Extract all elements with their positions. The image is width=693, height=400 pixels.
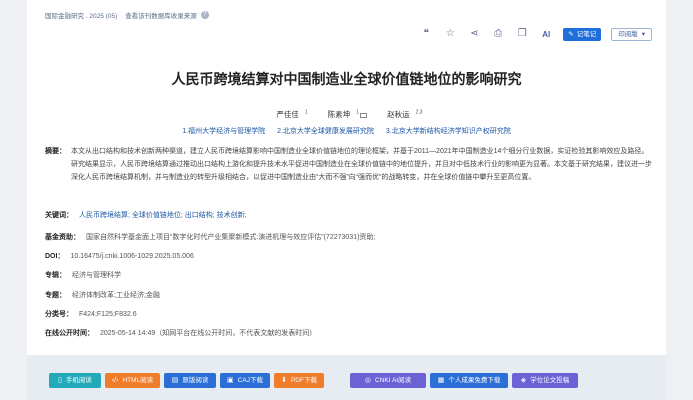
topic-label: 专题： [45, 292, 66, 299]
source-link[interactable]: 查看该刊数据库收录来源 [125, 10, 197, 20]
original-read-button[interactable]: ▤ 原版阅读 [164, 373, 216, 388]
fund-label: 基金资助： [45, 234, 80, 241]
topic-value: 经济体制改革;工业经济;金融 [72, 292, 160, 299]
class-row: 分类号： F424;F125;F832.6 [45, 308, 655, 321]
author[interactable]: 严佳佳 1 [270, 110, 307, 120]
affiliation-list: 1.福州大学经济与管理学院 2.北京大学全球健康发展研究院 3.北京大学新结构经… [27, 126, 666, 136]
note-button[interactable]: ✎ 记笔记 [563, 27, 602, 41]
thesis-submit-button[interactable]: ◈ 学位论文投稿 [512, 373, 578, 388]
button-label: 学位论文投稿 [530, 377, 570, 384]
print-version-dropdown[interactable]: 印阅版 ▾ [611, 27, 652, 41]
button-label: 个人成果免费下载 [448, 377, 501, 384]
chevron-down-icon: ▾ [641, 30, 645, 38]
article-page: 国际金融研究 . 2025 (05) 查看该刊数据库收录来源 ? ❝ ☆ ⋖ ⎙… [27, 0, 666, 400]
class-label: 分类号： [45, 311, 73, 318]
doi-label: DOI： [45, 253, 65, 260]
button-label: 原版阅读 [182, 377, 209, 384]
pdf-download-button[interactable]: ⬇ PDF下载 [274, 373, 324, 388]
pencil-icon: ✎ [568, 30, 574, 38]
abstract-label: 摘要： [45, 148, 66, 155]
pubtime-row: 在线公开时间： 2025-05-14 14:49（知网平台在线公开时间，不代表文… [45, 327, 655, 340]
html-read-button[interactable]: ‹/› HTML阅读 [105, 373, 160, 388]
fund-row: 基金资助： 国家自然科学基金面上项目“数字化时代产业集聚新模式:演进机理与效应评… [45, 231, 655, 244]
author[interactable]: 赵秋运 2,3 [381, 110, 422, 120]
share-icon[interactable]: ⋖ [467, 27, 481, 41]
class-value: F424;F125;F832.6 [79, 311, 137, 318]
print-icon[interactable]: ⎙ [491, 27, 505, 41]
star-icon[interactable]: ☆ [443, 27, 457, 41]
button-label: CAJ下载 [237, 377, 263, 384]
copy-icon[interactable]: ❐ [515, 27, 529, 41]
mobile-read-button[interactable]: ▯ 手机阅读 [49, 373, 101, 388]
pubtime-label: 在线公开时间： [45, 330, 94, 337]
phone-icon: ▯ [58, 377, 62, 384]
series-value: 经济与管理科学 [72, 272, 121, 279]
topic-row: 专题： 经济体制改革;工业经济;金融 [45, 289, 655, 302]
quote-icon[interactable]: ❝ [419, 27, 433, 41]
pdf-icon: ⬇ [281, 377, 287, 384]
affiliation[interactable]: 3.北京大学新结构经济学知识产权研究院 [386, 128, 511, 135]
abstract-text: 本文从出口结构和技术创新两种渠道，建立人民币跨境结算影响中国制造业全球价值链地位… [71, 148, 652, 181]
caj-icon: ▣ [227, 377, 234, 384]
button-label: PDF下载 [290, 377, 317, 384]
html-icon: ‹/› [111, 377, 119, 384]
author[interactable]: 陈素坤 1 [322, 110, 368, 119]
action-bar: ▯ 手机阅读 ‹/› HTML阅读 ▤ 原版阅读 ▣ CAJ下载 ⬇ PDF下载… [27, 355, 666, 400]
series-row: 专辑： 经济与管理科学 [45, 269, 655, 282]
help-icon[interactable]: ? [200, 11, 209, 19]
affiliation[interactable]: 1.福州大学经济与管理学院 [182, 128, 265, 135]
personal-download-button[interactable]: ▦ 个人成果免费下载 [430, 373, 508, 388]
ai-icon[interactable]: AI [539, 30, 553, 39]
journal-name[interactable]: 国际金融研究 . 2025 (05) [45, 10, 117, 20]
doi-value: 10.16475/j.cnki.1006-1029.2025.05.006 [70, 253, 194, 260]
button-label: 手机阅读 [65, 377, 92, 384]
doi-row: DOI： 10.16475/j.cnki.1006-1029.2025.05.0… [45, 250, 655, 263]
person-icon: ▦ [437, 377, 445, 384]
keywords[interactable]: 人民币跨境结算; 全球价值链地位; 出口结构; 技术创新; [79, 209, 247, 222]
cnki-ai-read-button[interactable]: ◎ CNKI AI阅读 [350, 373, 426, 388]
affiliation[interactable]: 2.北京大学全球健康发展研究院 [277, 128, 374, 135]
mail-icon[interactable] [360, 112, 368, 118]
book-icon: ▤ [171, 377, 179, 384]
keywords-label: 关键词： [45, 212, 73, 219]
abstract-section: 摘要： 本文从出口结构和技术创新两种渠道，建立人民币跨境结算影响中国制造业全球价… [45, 145, 655, 184]
ai-icon: ◎ [364, 377, 371, 384]
pubtime-value: 2025-05-14 14:49（知网平台在线公开时间，不代表文献的发表时间） [100, 330, 317, 337]
series-label: 专辑： [45, 272, 66, 279]
button-label: CNKI AI阅读 [374, 377, 412, 384]
button-label: HTML阅读 [122, 377, 154, 384]
caj-download-button[interactable]: ▣ CAJ下载 [220, 373, 270, 388]
article-toolbar: ❝ ☆ ⋖ ⎙ ❐ AI ✎ 记笔记 印阅版 ▾ [419, 27, 652, 41]
note-button-label: 记笔记 [576, 30, 597, 38]
print-version-label: 印阅版 [618, 30, 638, 38]
author-list: 严佳佳 1 陈素坤 1 赵秋运 2,3 [27, 109, 666, 120]
mortarboard-icon: ◈ [520, 377, 527, 384]
article-title: 人民币跨境结算对中国制造业全球价值链地位的影响研究 [171, 71, 522, 87]
fund-text: 国家自然科学基金面上项目“数字化时代产业集聚新模式:演进机理与效应评估”(722… [86, 234, 376, 241]
journal-info: 国际金融研究 . 2025 (05) 查看该刊数据库收录来源 ? [45, 10, 209, 20]
keywords-row: 关键词： 人民币跨境结算; 全球价值链地位; 出口结构; 技术创新; [45, 209, 655, 222]
